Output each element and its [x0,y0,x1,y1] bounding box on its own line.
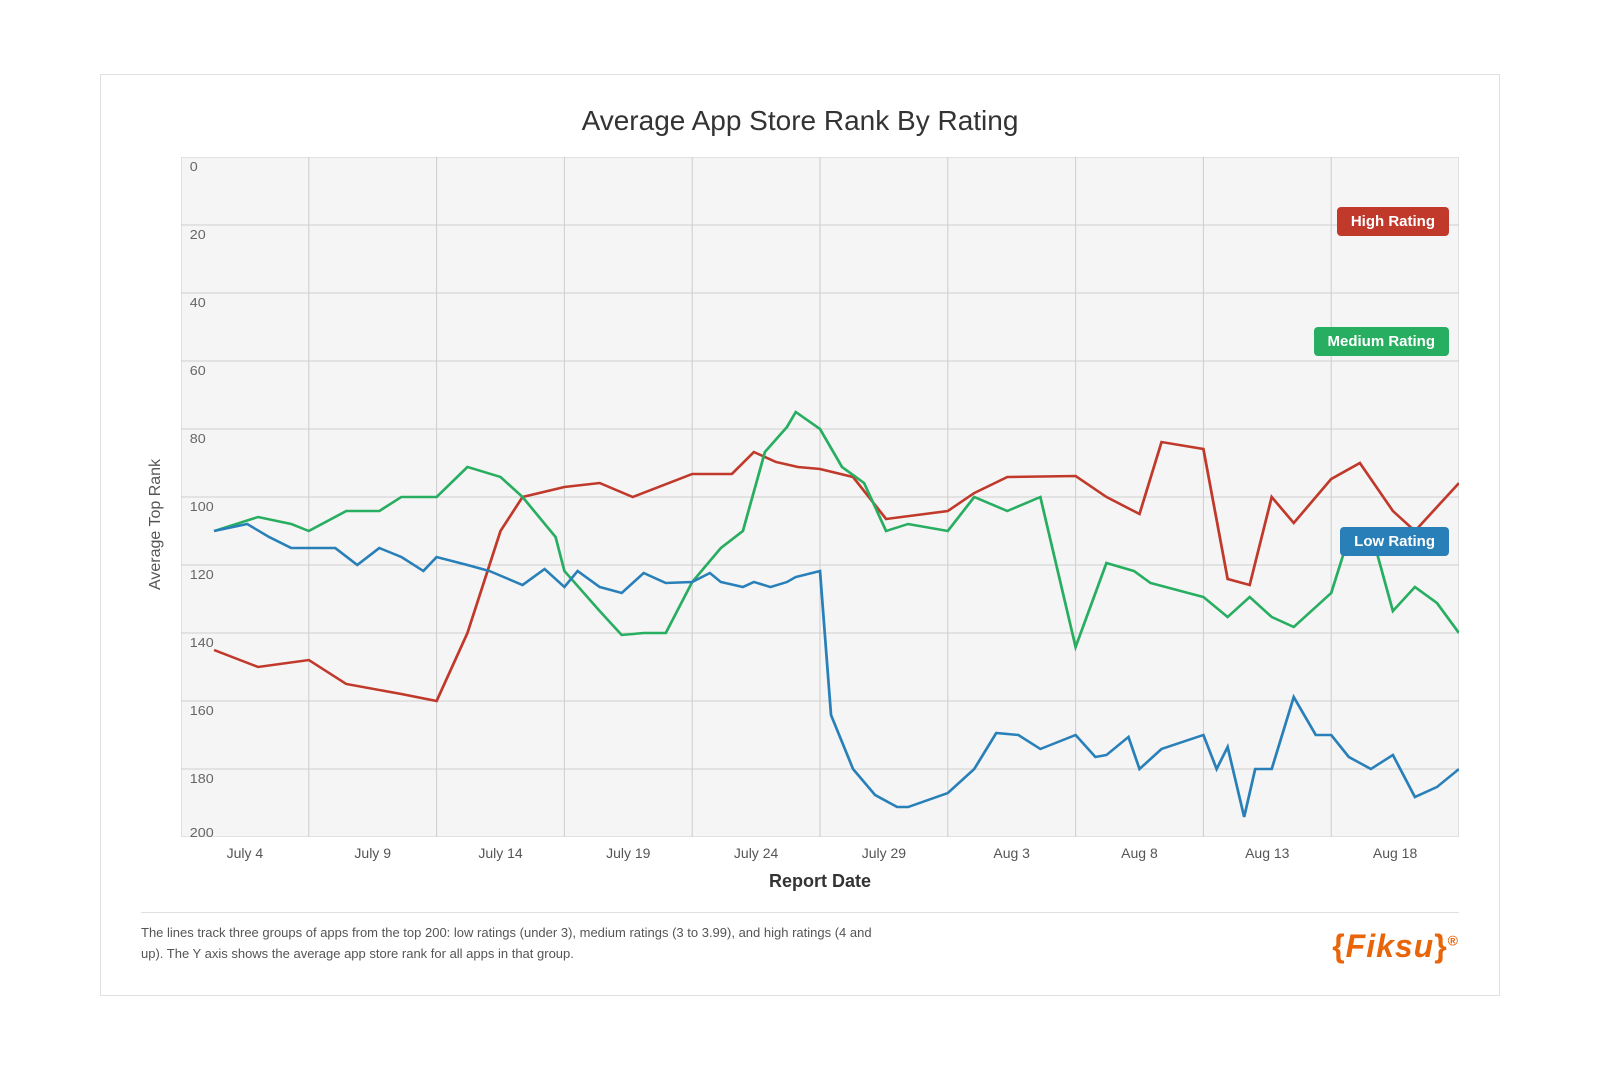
x-label-july29: July 29 [820,845,948,861]
svg-text:120: 120 [190,568,214,582]
svg-text:100: 100 [190,500,214,514]
legend-low-rating: Low Rating [1340,527,1449,556]
footer: The lines track three groups of apps fro… [141,912,1459,965]
footer-description: The lines track three groups of apps fro… [141,923,891,965]
x-label-aug8: Aug 8 [1076,845,1204,861]
x-label-aug3: Aug 3 [948,845,1076,861]
medium-rating-line [214,412,1459,647]
legend-high-rating: High Rating [1337,207,1449,236]
svg-text:140: 140 [190,636,214,650]
chart-inner: 0 20 40 60 80 100 120 140 160 180 200 [181,157,1459,892]
svg-text:20: 20 [190,228,206,242]
chart-title: Average App Store Rank By Rating [141,105,1459,137]
low-rating-line [214,524,1459,817]
x-label-july9: July 9 [309,845,437,861]
svg-text:80: 80 [190,432,206,446]
high-rating-line [214,442,1459,701]
x-label-aug13: Aug 13 [1203,845,1331,861]
x-label-july19: July 19 [564,845,692,861]
grid-area: 0 20 40 60 80 100 120 140 160 180 200 [181,157,1459,837]
svg-text:160: 160 [190,704,214,718]
fiksu-logo: {Fiksu}® [1332,928,1459,965]
svg-text:0: 0 [190,160,198,174]
legend-medium-rating: Medium Rating [1314,327,1450,356]
x-label-aug18: Aug 18 [1331,845,1459,861]
x-axis: July 4 July 9 July 14 July 19 July 24 Ju… [181,845,1459,861]
svg-text:200: 200 [190,826,214,837]
svg-text:40: 40 [190,296,206,310]
chart-svg: 0 20 40 60 80 100 120 140 160 180 200 [181,157,1459,837]
fiksu-logo-text: {Fiksu}® [1332,928,1459,964]
chart-container: Average App Store Rank By Rating Average… [100,74,1500,996]
y-axis-label: Average Top Rank [141,157,171,892]
svg-text:180: 180 [190,772,214,786]
svg-text:60: 60 [190,364,206,378]
x-label-july14: July 14 [437,845,565,861]
x-label-july4: July 4 [181,845,309,861]
x-axis-title: Report Date [181,871,1459,892]
x-label-july24: July 24 [692,845,820,861]
chart-area: Average Top Rank [141,157,1459,892]
